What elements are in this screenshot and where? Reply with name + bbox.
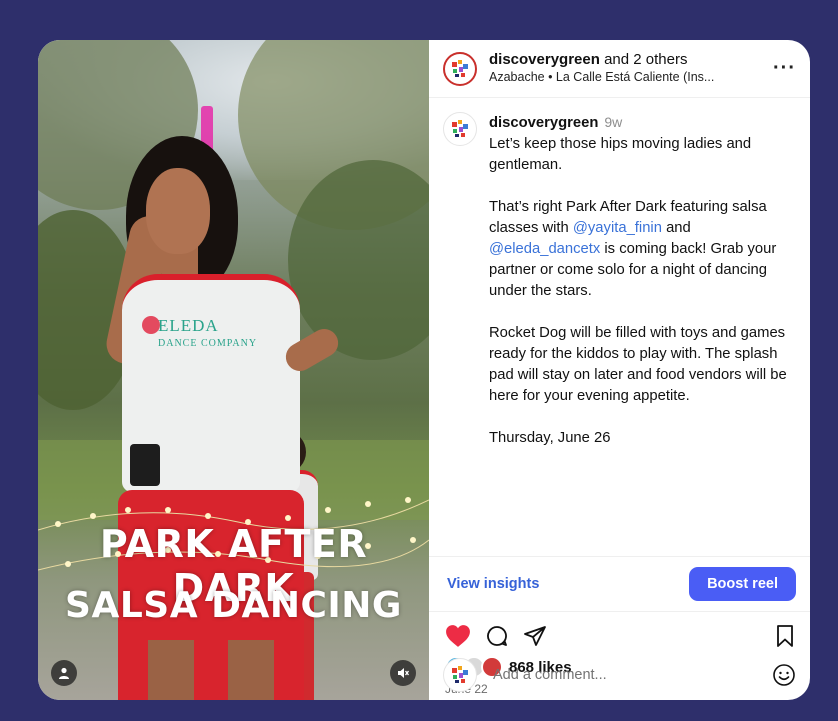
collaborators-others[interactable]: and 2 others xyxy=(604,51,687,68)
caption-paragraph-3: Rocket Dog will be filled with toys and … xyxy=(489,325,787,404)
account-avatar[interactable] xyxy=(443,51,477,86)
boost-reel-button[interactable]: Boost reel xyxy=(689,567,796,601)
mention-link[interactable]: @eleda_dancetx xyxy=(489,241,600,257)
discovery-green-logo-icon xyxy=(452,120,468,137)
collaborators-line[interactable]: discoverygreen and 2 others xyxy=(489,51,765,69)
post-header: discoverygreen and 2 others Azabache • L… xyxy=(429,40,810,98)
emoji-icon[interactable] xyxy=(772,663,796,687)
mention-link[interactable]: @yayita_finin xyxy=(573,220,662,236)
caption-paragraph-4: Thursday, June 26 xyxy=(489,430,611,446)
heart-filled-icon[interactable] xyxy=(445,624,471,648)
action-bar xyxy=(429,612,810,652)
mute-button[interactable] xyxy=(390,660,416,686)
caption-text: discoverygreen 9w Let’s keep those hips m… xyxy=(489,112,796,556)
caption-paragraph-2: That’s right Park After Dark featuring s… xyxy=(489,197,796,302)
comment-input[interactable]: Add a comment... xyxy=(493,667,772,683)
caption-paragraph-1: Let’s keep those hips moving ladies and … xyxy=(489,136,752,173)
tagged-people-button[interactable] xyxy=(51,660,77,686)
comment-icon[interactable] xyxy=(485,624,509,648)
post-details-panel: discoverygreen and 2 others Azabache • L… xyxy=(429,40,810,700)
share-icon[interactable] xyxy=(523,624,547,648)
discovery-green-logo-icon xyxy=(452,666,468,683)
caption-text-span: and xyxy=(661,220,691,236)
post-card: ELEDA DANCE COMPANY PARK AFTER DARK SALS… xyxy=(38,40,810,700)
shirt-subtext: DANCE COMPANY xyxy=(158,338,258,349)
bookmark-icon[interactable] xyxy=(774,624,796,648)
insights-bar: View insights Boost reel xyxy=(429,556,810,612)
dancer-leg xyxy=(148,640,194,700)
reel-media[interactable]: ELEDA DANCE COMPANY PARK AFTER DARK SALS… xyxy=(38,40,429,700)
header-text: discoverygreen and 2 others Azabache • L… xyxy=(489,51,765,86)
speaker-muted-icon xyxy=(398,668,410,678)
caption-time: 9w xyxy=(604,114,623,130)
discovery-green-logo-icon xyxy=(452,59,468,77)
person-icon xyxy=(59,667,69,679)
account-name[interactable]: discoverygreen xyxy=(489,51,600,68)
caption-username[interactable]: discoverygreen xyxy=(489,115,598,131)
caption-avatar[interactable] xyxy=(443,112,477,146)
more-options-icon[interactable]: ··· xyxy=(773,57,796,80)
caption-section: discoverygreen 9w Let’s keep those hips m… xyxy=(429,98,810,556)
my-avatar xyxy=(443,658,477,692)
dancer-face xyxy=(146,168,210,254)
audio-track[interactable]: Azabache • La Calle Está Caliente (Ins..… xyxy=(489,69,765,86)
shirt-text: ELEDA xyxy=(158,316,219,335)
comment-bar: Add a comment... xyxy=(429,650,810,700)
overlay-subtitle: SALSA DANCING xyxy=(65,585,402,626)
dancer-leg xyxy=(228,640,274,700)
view-insights-link[interactable]: View insights xyxy=(447,576,539,592)
